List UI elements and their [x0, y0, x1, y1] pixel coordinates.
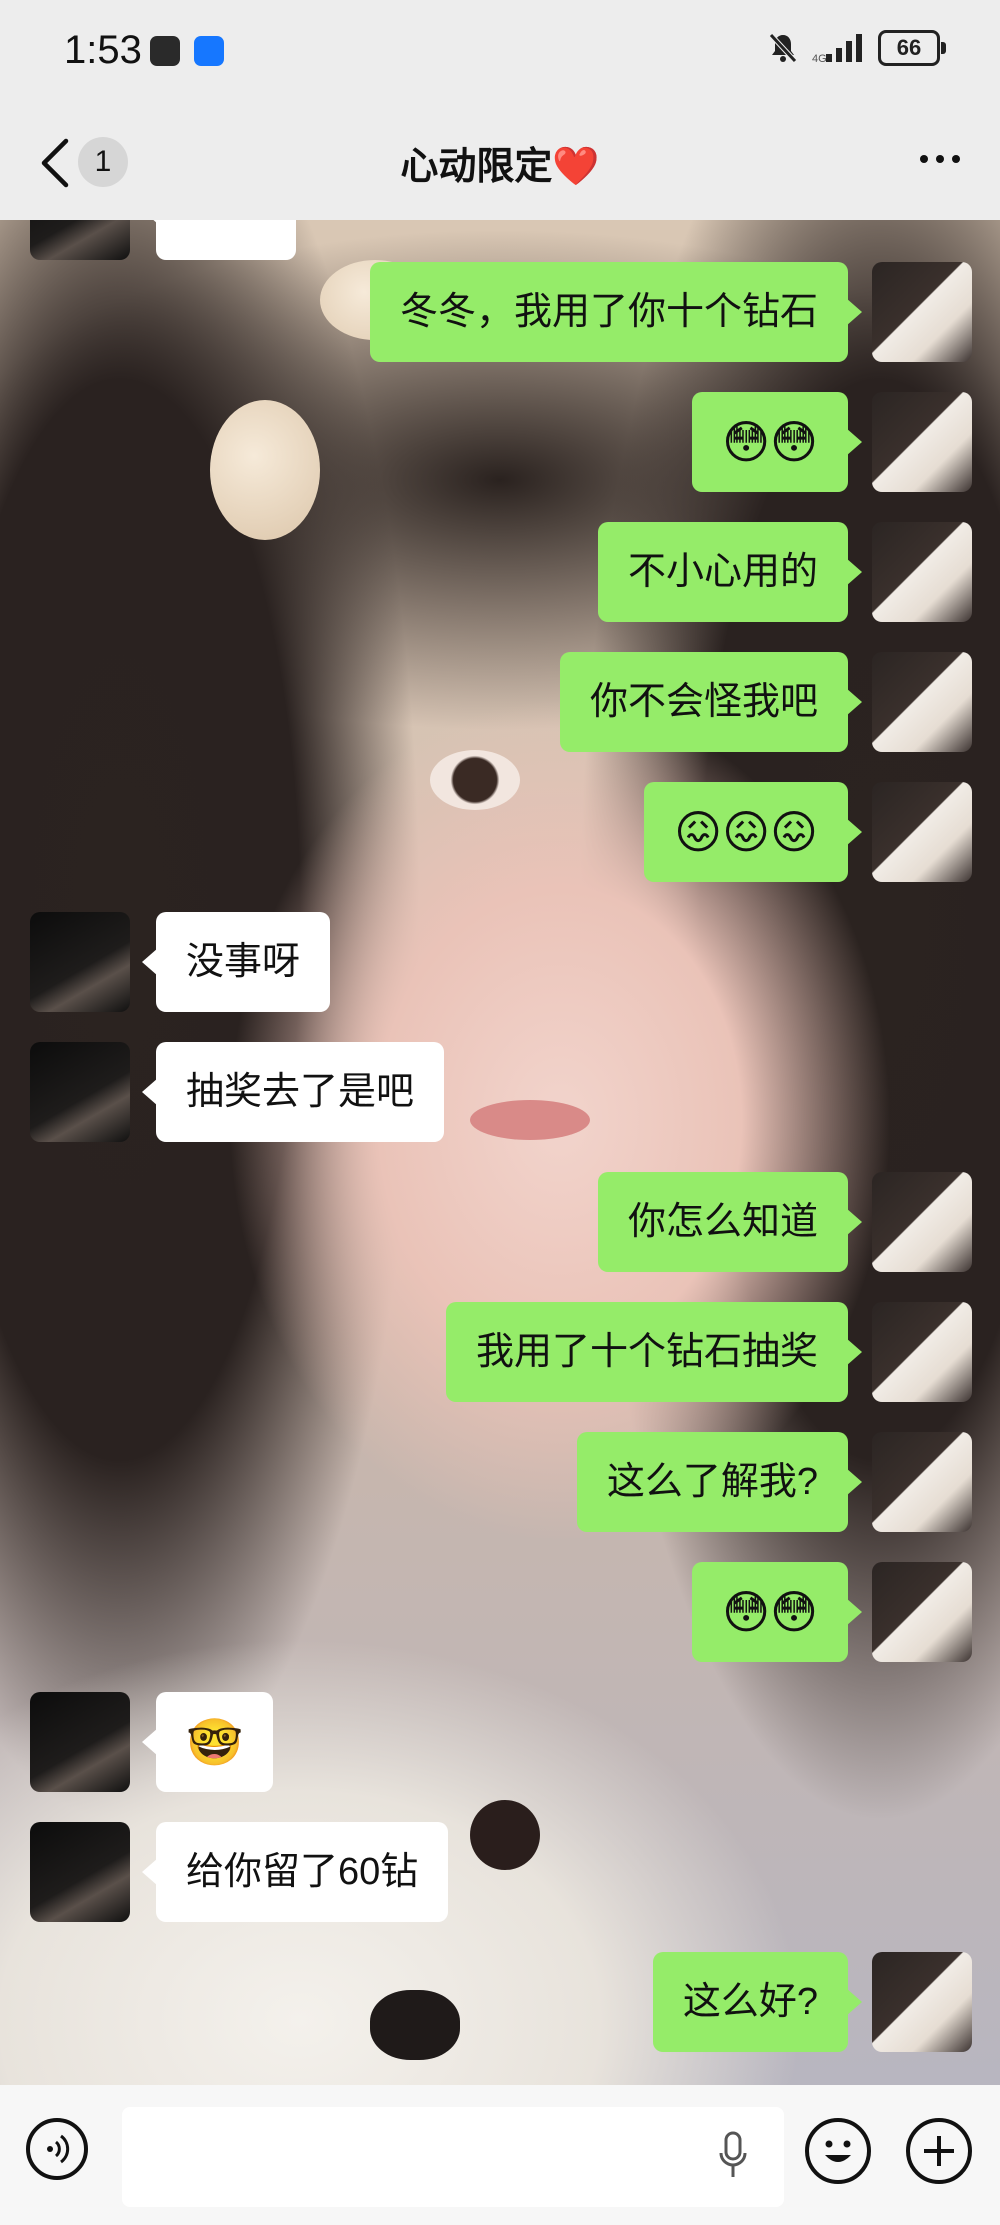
my-avatar[interactable] [872, 1952, 972, 2052]
battery-icon: 66 [878, 30, 946, 66]
chat-message-list[interactable]: 冬冬，我用了你十个钻石 😳😳 不小心用的你不会怪我吧 😖😖😖 没事呀抽奖去了是吧你怎么知… [0, 220, 1000, 2085]
my-avatar[interactable] [872, 652, 972, 752]
my-avatar[interactable] [872, 1302, 972, 1402]
message-row: 我用了十个钻石抽奖 [0, 1302, 1000, 1402]
my-avatar[interactable] [872, 262, 972, 362]
chat-header: 1 心动限定❤️ [0, 105, 1000, 220]
status-time: 1:53 [64, 28, 142, 72]
message-row: 你怎么知道 [0, 1172, 1000, 1272]
my-avatar[interactable] [872, 392, 972, 492]
message-row: 冬冬，我用了你十个钻石 [0, 262, 1000, 362]
message-row: 不小心用的 [0, 522, 1000, 622]
microphone-icon[interactable] [718, 2131, 748, 2181]
my-avatar[interactable] [872, 1432, 972, 1532]
message-row: 😳😳 [0, 1562, 1000, 1662]
message-bubble-me[interactable]: 这么好? [652, 1952, 863, 2052]
message-bubble-other[interactable]: 没事呀 [141, 912, 331, 1012]
emoji-icon[interactable] [805, 2118, 871, 2184]
soul-icon [150, 36, 180, 66]
message-bubble-other[interactable] [142, 220, 296, 260]
message-bubble-me[interactable]: 不小心用的 [597, 522, 863, 622]
message-bubble-other[interactable]: 给你留了60钻 [141, 1822, 449, 1922]
message-row: 给你留了60钻 [0, 1822, 1000, 1922]
voice-icon[interactable] [26, 2118, 88, 2180]
chat-title: 心动限定❤️ [400, 146, 600, 188]
contact-avatar[interactable] [30, 1692, 130, 1792]
message-bubble-me[interactable]: 我用了十个钻石抽奖 [445, 1302, 863, 1402]
status-indicators: 4G 66 [768, 30, 946, 66]
message-bubble-me[interactable]: 😳😳 [692, 1562, 862, 1662]
message-row: 没事呀 [0, 912, 1000, 1012]
message-bubble-me[interactable]: 冬冬，我用了你十个钻石 [369, 262, 863, 362]
contact-avatar[interactable] [30, 1822, 130, 1922]
my-avatar[interactable] [872, 1172, 972, 1272]
message-bubble-me[interactable]: 你怎么知道 [597, 1172, 863, 1272]
message-row: 😖😖😖 [0, 782, 1000, 882]
my-avatar[interactable] [872, 782, 972, 882]
message-row: 🤓 [0, 1692, 1000, 1792]
message-bubble-me[interactable]: 你不会怪我吧 [559, 652, 863, 752]
contact-avatar[interactable] [30, 912, 130, 1012]
contact-avatar[interactable] [30, 220, 130, 260]
message-bubble-me[interactable]: 😳😳 [692, 392, 862, 492]
mute-bell-icon [769, 33, 797, 63]
signal-icon: 4G [812, 34, 862, 64]
more-dots-icon[interactable] [920, 155, 960, 163]
qq-browser-icon [194, 36, 224, 66]
message-bubble-me[interactable]: 这么了解我? [576, 1432, 863, 1532]
my-avatar[interactable] [872, 522, 972, 622]
status-bar: 1:53 4G 66 [0, 0, 1000, 105]
message-row: 你不会怪我吧 [0, 652, 1000, 752]
svg-text:4G: 4G [812, 53, 827, 64]
message-row: 抽奖去了是吧 [0, 1042, 1000, 1142]
message-row: 😳😳 [0, 392, 1000, 492]
plus-icon[interactable] [906, 2118, 972, 2184]
message-row: 这么好? [0, 1952, 1000, 2052]
message-bubble-me[interactable]: 😖😖😖 [644, 782, 862, 882]
input-bar [0, 2085, 1000, 2225]
contact-avatar[interactable] [30, 1042, 130, 1142]
message-input[interactable] [122, 2107, 784, 2207]
message-row: 这么了解我? [0, 1432, 1000, 1532]
my-avatar[interactable] [872, 1562, 972, 1662]
message-bubble-other[interactable]: 🤓 [141, 1692, 274, 1792]
message-bubble-other[interactable]: 抽奖去了是吧 [141, 1042, 445, 1142]
